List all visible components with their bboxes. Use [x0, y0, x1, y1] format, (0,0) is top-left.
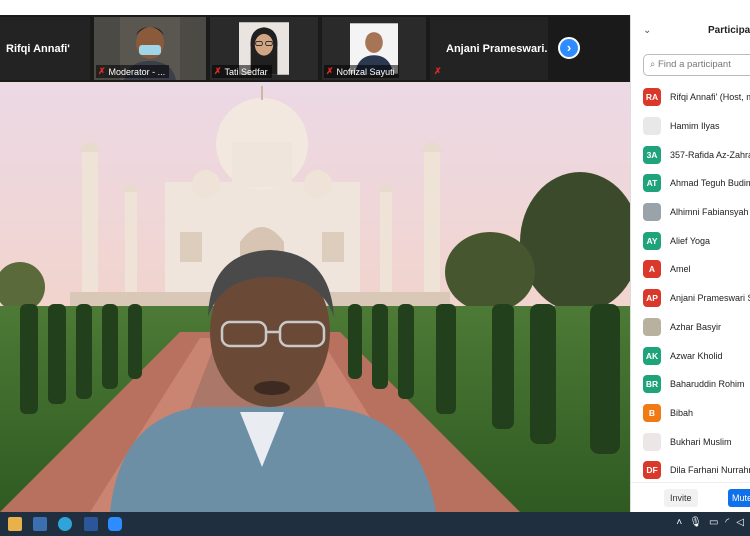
list-item[interactable]: DF Dila Farhani Nurrahmi — [631, 456, 750, 485]
participant-name: Anjani Prameswari S. — [670, 293, 750, 304]
list-item[interactable]: AP Anjani Prameswari S. — [631, 284, 750, 313]
tile-name: Anjani Prameswari... — [446, 43, 548, 55]
list-item[interactable]: 3A 357-Rafida Az-Zahra — [631, 140, 750, 169]
participant-name: Bukhari Muslim — [670, 436, 732, 447]
avatar: AY — [643, 231, 661, 250]
list-item[interactable]: B Bibah — [631, 399, 750, 428]
avatar: 3A — [643, 145, 661, 164]
system-tray: ˄ 🎙 ▭ ◜ ◁ — [676, 517, 744, 528]
invite-button[interactable]: Invite — [664, 489, 698, 507]
tile-label: ✗ Tati Sedfar — [212, 65, 272, 78]
window-top-bar — [0, 0, 750, 15]
mic-muted-icon: ✗ — [98, 66, 106, 76]
taskbar: ˄ 🎙 ▭ ◜ ◁ — [0, 512, 750, 536]
active-speaker-video — [0, 82, 630, 512]
volume-icon[interactable]: ◁ — [736, 517, 744, 528]
avatar — [643, 203, 661, 222]
participant-name: Amel — [670, 264, 691, 275]
tile-tati[interactable]: ✗ Tati Sedfar — [210, 17, 318, 80]
virtual-background — [0, 82, 630, 512]
avatar: AP — [643, 289, 661, 308]
chevron-right-icon[interactable]: › — [558, 37, 580, 59]
search-input[interactable]: ⌕ Find a participant — [643, 54, 750, 76]
tile-rifqi[interactable]: Rifqi Annafi' — [0, 17, 90, 80]
mic-muted-icon: ✗ — [214, 66, 222, 76]
folder-icon[interactable] — [8, 517, 22, 531]
participant-name: Bibah — [670, 407, 694, 418]
tile-name: Rifqi Annafi' — [6, 43, 70, 55]
participant-name: Azwar Kholid — [670, 350, 723, 361]
search-placeholder: Find a participant — [657, 59, 731, 70]
participant-name: Alhimni Fabiansyah — [670, 207, 749, 218]
avatar: BR — [643, 375, 661, 394]
zoom-window: Rifqi Annafi' ✗ Moderator - ... ✗ Tati Sed… — [0, 0, 750, 536]
participant-name: Ahmad Teguh Budiman — [670, 178, 750, 189]
mic-muted-icon: ✗ — [326, 66, 334, 76]
participant-name: Rifqi Annafi' (Host, me) — [670, 92, 750, 103]
avatar — [643, 117, 661, 136]
microphone-icon[interactable]: 🎙 — [689, 517, 702, 528]
list-item[interactable]: Hamim Ilyas — [631, 112, 750, 141]
chevron-down-icon[interactable]: ⌄ — [643, 25, 651, 36]
avatar: RA — [643, 88, 661, 107]
edge-icon[interactable] — [58, 517, 72, 531]
list-item[interactable]: AY Alief Yoga — [631, 226, 750, 255]
participant-name: 357-Rafida Az-Zahra — [670, 149, 750, 160]
participant-name: Hamim Ilyas — [670, 121, 720, 132]
avatar: A — [643, 260, 661, 279]
wifi-icon[interactable]: ◜ — [725, 517, 729, 528]
word-icon[interactable] — [84, 517, 98, 531]
tile-label: ✗ Moderator - ... — [96, 65, 170, 78]
list-item[interactable]: RA Rifqi Annafi' (Host, me) — [631, 83, 750, 112]
tile-label: ✗ — [432, 65, 446, 78]
panel-header: ⌄ Participants — [631, 15, 750, 50]
participant-name: Alief Yoga — [670, 235, 711, 246]
panel-footer: Invite Mute All — [631, 482, 750, 512]
participant-list: RA Rifqi Annafi' (Host, me) Hamim Ilyas 3… — [631, 83, 750, 485]
zoom-icon[interactable] — [108, 517, 122, 531]
list-item[interactable]: AK Azwar Kholid — [631, 341, 750, 370]
tile-label: ✗ Nofrizal Sayuti — [324, 65, 399, 78]
list-item[interactable]: Azhar Basyir — [631, 313, 750, 342]
tile-anjani[interactable]: Anjani Prameswari... ✗ — [430, 17, 548, 80]
participants-panel: ⌄ Participants ⌕ Find a participant RA Ri… — [630, 15, 750, 512]
panel-title: Participants — [708, 25, 750, 36]
list-item[interactable]: AT Ahmad Teguh Budiman — [631, 169, 750, 198]
list-item[interactable]: BR Baharuddin Rohim — [631, 370, 750, 399]
battery-icon[interactable]: ▭ — [709, 517, 718, 528]
participant-name: Azhar Basyir — [670, 321, 722, 332]
avatar: DF — [643, 461, 661, 480]
gallery-strip: Rifqi Annafi' ✗ Moderator - ... ✗ Tati Sed… — [0, 15, 630, 82]
tile-nofrizal[interactable]: ✗ Nofrizal Sayuti — [322, 17, 426, 80]
avatar — [643, 432, 661, 451]
avatar: B — [643, 403, 661, 422]
avatar: AT — [643, 174, 661, 193]
steam-icon[interactable] — [33, 517, 47, 531]
avatar — [643, 317, 661, 336]
avatar: AK — [643, 346, 661, 365]
list-item[interactable]: Bukhari Muslim — [631, 427, 750, 456]
list-item[interactable]: A Amel — [631, 255, 750, 284]
participant-name: Dila Farhani Nurrahmi — [670, 465, 750, 476]
list-item[interactable]: Alhimni Fabiansyah — [631, 198, 750, 227]
search-icon: ⌕ — [650, 59, 656, 70]
mute-all-button[interactable]: Mute All — [728, 489, 750, 507]
participant-name: Baharuddin Rohim — [670, 379, 745, 390]
mic-muted-icon: ✗ — [434, 66, 442, 76]
chevron-up-icon[interactable]: ˄ — [676, 517, 682, 528]
tile-moderator[interactable]: ✗ Moderator - ... — [94, 17, 206, 80]
